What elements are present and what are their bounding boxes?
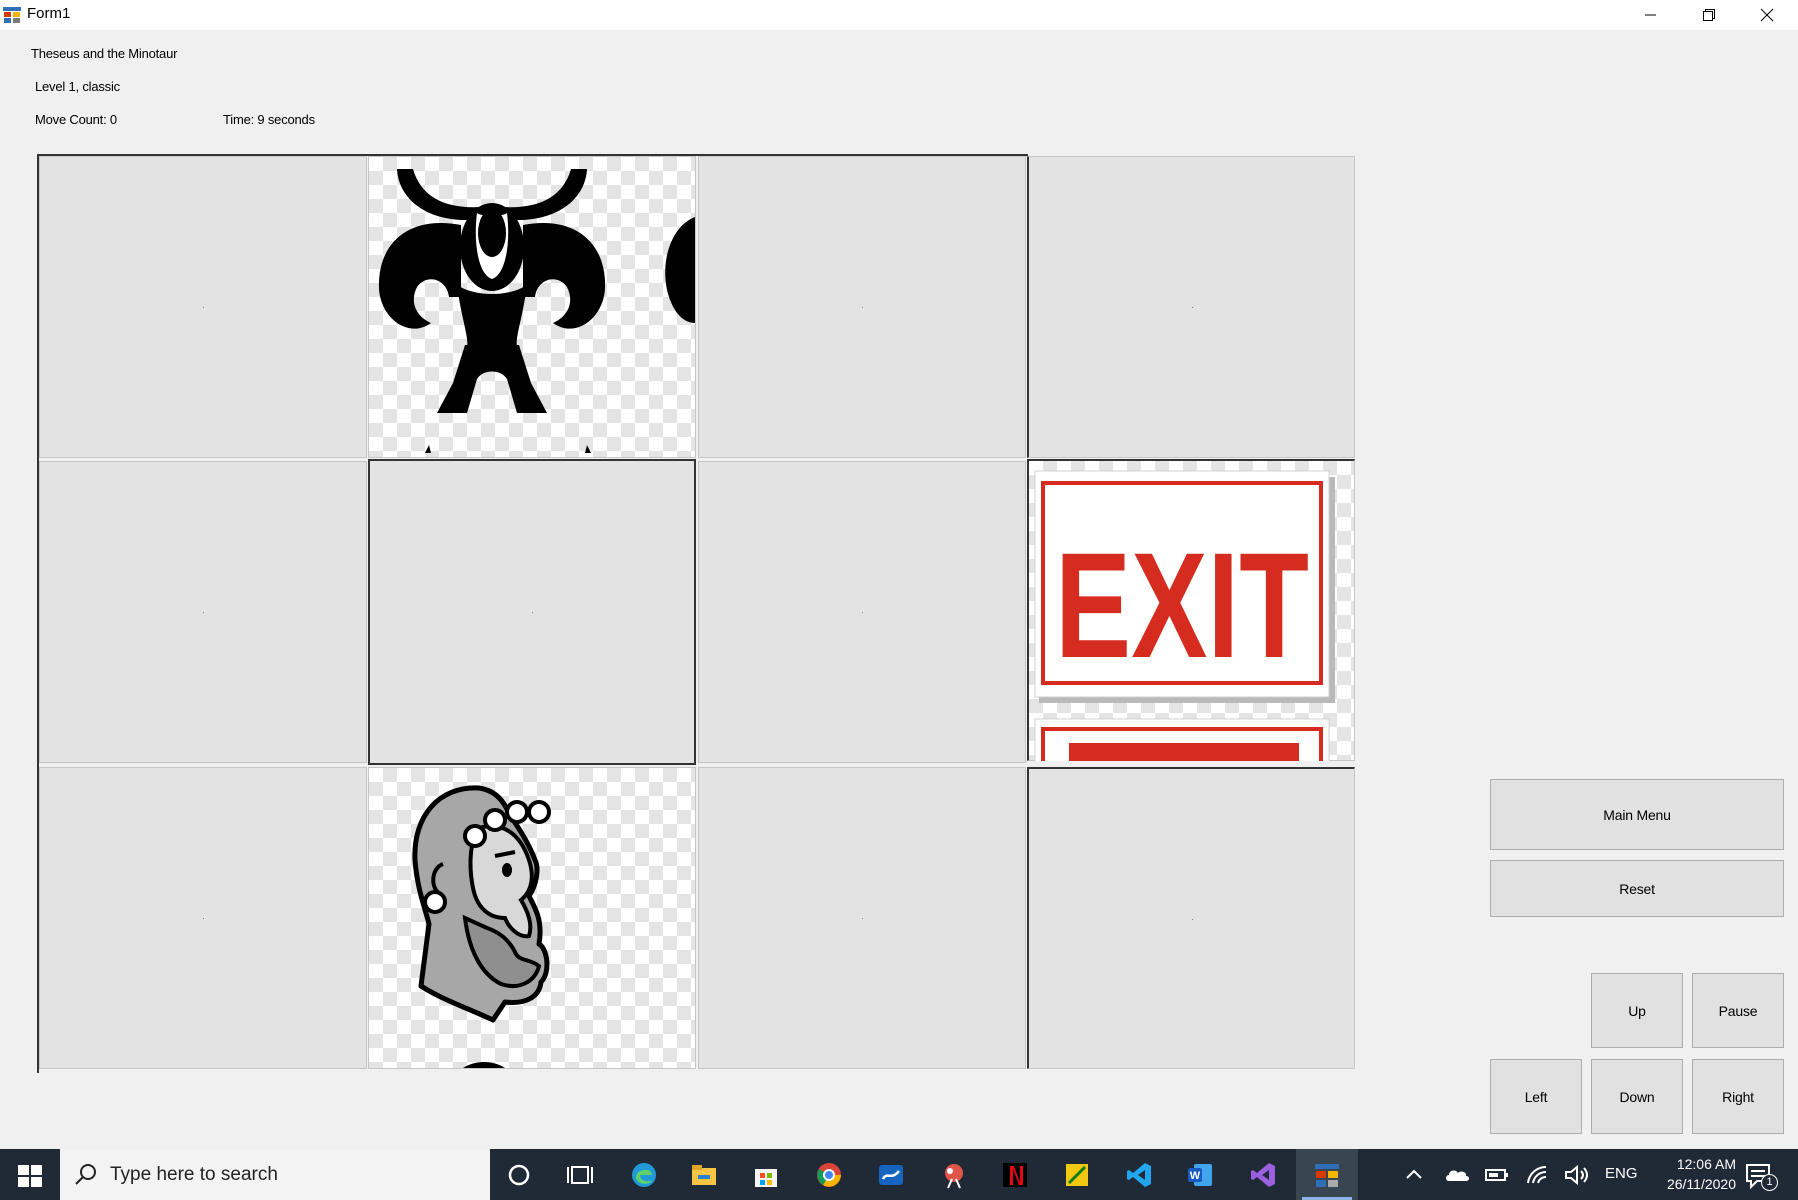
netflix-icon[interactable]	[1001, 1161, 1029, 1189]
volume-icon[interactable]	[1563, 1161, 1591, 1189]
restore-button[interactable]	[1680, 0, 1738, 30]
clock-time: 12:06 AM	[1676, 1156, 1736, 1172]
title-bar: Form1	[0, 0, 1798, 30]
timer-label: Time: 9 seconds	[223, 112, 315, 127]
language-indicator[interactable]: ENG	[1605, 1165, 1638, 1182]
reset-button[interactable]: Reset	[1490, 860, 1784, 917]
cell-dot	[1191, 307, 1193, 308]
snip-sketch-icon[interactable]	[940, 1161, 968, 1189]
minimize-button[interactable]	[1622, 0, 1680, 30]
down-button[interactable]: Down	[1591, 1059, 1683, 1134]
task-view-icon[interactable]	[566, 1161, 594, 1189]
game-title-label: Theseus and the Minotaur	[31, 46, 178, 61]
cell-dot	[1191, 918, 1193, 920]
cell-dot	[532, 612, 533, 613]
window-title: Form1	[27, 5, 71, 22]
store-icon[interactable]	[752, 1161, 780, 1189]
maze-cell-exit[interactable]: EXIT	[1027, 459, 1355, 761]
exit-sign-text: EXIT	[1055, 521, 1309, 689]
search-icon	[75, 1164, 96, 1185]
maze-cell-walled[interactable]	[368, 459, 696, 765]
cortana-icon[interactable]	[505, 1161, 533, 1189]
maze-cell-minotaur[interactable]	[368, 156, 696, 458]
vscode-icon[interactable]	[1125, 1161, 1153, 1189]
windows-start-icon[interactable]	[16, 1161, 44, 1189]
battery-icon[interactable]	[1483, 1161, 1511, 1189]
visual-studio-icon[interactable]	[1249, 1161, 1277, 1189]
word-icon[interactable]: W	[1186, 1161, 1214, 1189]
app-icon	[3, 7, 21, 23]
notification-badge: 1	[1761, 1174, 1778, 1191]
minimize-icon	[1645, 14, 1656, 16]
maze-cell[interactable]	[698, 461, 1026, 763]
maze-cell[interactable]	[39, 461, 367, 763]
chrome-icon[interactable]	[815, 1161, 843, 1189]
theseus-icon	[412, 785, 551, 1068]
pause-button[interactable]: Pause	[1692, 973, 1784, 1048]
minotaur-icon	[378, 169, 695, 453]
active-app-highlight[interactable]	[1296, 1149, 1358, 1200]
taskbar-search-box[interactable]: Type here to search	[60, 1149, 490, 1200]
cell-dot	[203, 612, 204, 613]
cell-dot	[862, 612, 863, 613]
main-menu-button[interactable]: Main Menu	[1490, 779, 1784, 850]
move-count-label: Move Count: 0	[35, 112, 117, 127]
exit-sign-icon: EXIT	[1034, 470, 1335, 761]
svg-text:W: W	[1190, 1170, 1201, 1182]
cell-dot	[203, 918, 204, 919]
cell-dot	[203, 307, 204, 308]
search-placeholder: Type here to search	[110, 1164, 278, 1185]
onedrive-icon[interactable]	[1443, 1161, 1471, 1189]
cell-dot	[862, 918, 863, 919]
wifi-icon[interactable]	[1524, 1161, 1552, 1189]
maze-cell[interactable]	[1027, 767, 1355, 1069]
chevron-up-icon[interactable]	[1404, 1161, 1424, 1189]
level-label: Level 1, classic	[35, 79, 120, 94]
cell-dot	[862, 307, 863, 308]
file-explorer-icon[interactable]	[690, 1161, 718, 1189]
whiteboard-icon[interactable]	[877, 1161, 905, 1189]
maze-cell[interactable]	[1027, 156, 1355, 458]
clock-date: 26/11/2020	[1666, 1176, 1736, 1192]
edge-icon[interactable]	[630, 1161, 658, 1189]
close-icon	[1760, 8, 1774, 22]
maze-cell[interactable]	[698, 156, 1026, 458]
close-button[interactable]	[1738, 0, 1796, 30]
notifications-button[interactable]: 1	[1745, 1162, 1778, 1191]
form-app-icon	[1315, 1164, 1339, 1187]
maze-cell[interactable]	[698, 767, 1026, 1069]
maze-cell[interactable]	[39, 156, 367, 458]
maze-cell[interactable]	[39, 767, 367, 1069]
up-button[interactable]: Up	[1591, 973, 1683, 1048]
restore-icon	[1703, 9, 1715, 21]
right-button[interactable]: Right	[1692, 1059, 1784, 1134]
taskbar: Type here to search W ENG 12:06 AM 26/11…	[0, 1149, 1798, 1200]
maze-cell-theseus[interactable]	[368, 767, 696, 1069]
left-button[interactable]: Left	[1490, 1059, 1582, 1134]
taskbar-clock[interactable]: 12:06 AM 26/11/2020	[1667, 1154, 1736, 1194]
sticky-app-icon[interactable]	[1063, 1161, 1091, 1189]
